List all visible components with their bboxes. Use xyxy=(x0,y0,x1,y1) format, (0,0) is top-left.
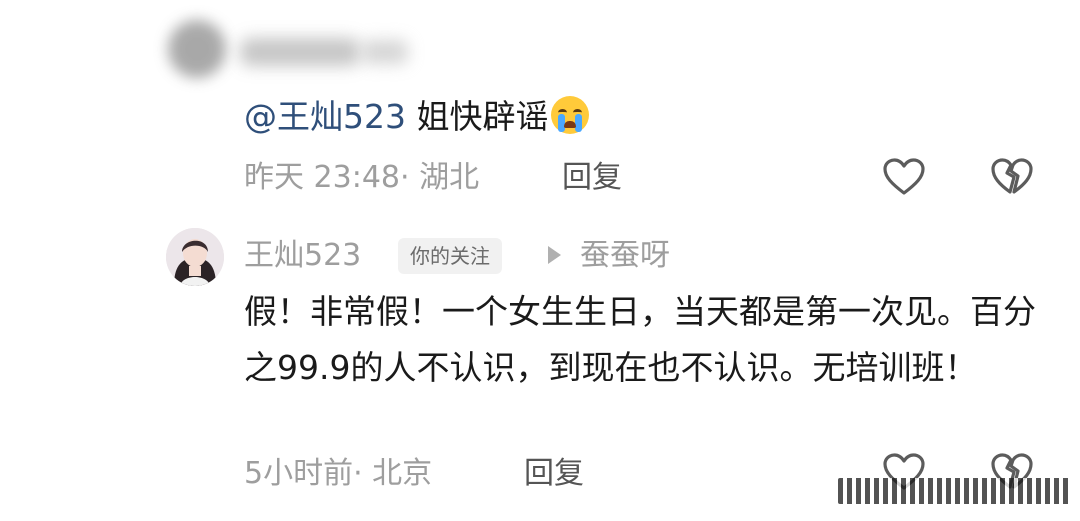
comment-location: · 北京 xyxy=(353,456,433,491)
blurred-username xyxy=(240,38,360,66)
comment-text: @王灿523 姐快辟谣 xyxy=(244,94,589,140)
comment-meta: 5小时前· 北京 xyxy=(244,454,432,494)
mention-link[interactable]: @王灿523 xyxy=(244,97,406,136)
comment-author[interactable]: 王灿523 xyxy=(244,236,361,276)
blurred-username-suffix xyxy=(362,40,408,64)
comment-time: 5小时前 xyxy=(244,456,354,491)
reply-button[interactable]: 回复 xyxy=(524,454,584,494)
comment-meta: 昨天 23:48· 湖北 xyxy=(244,158,479,198)
crying-face-emoji-icon xyxy=(550,96,589,134)
dislike-broken-heart-icon[interactable] xyxy=(990,157,1034,197)
comment-location: · 湖北 xyxy=(400,160,480,195)
blurred-avatar xyxy=(168,20,226,78)
comment-time: 昨天 23:48 xyxy=(244,160,400,195)
reply-arrow-icon xyxy=(548,246,561,264)
reply-to-user[interactable]: 蚕蚕呀 xyxy=(580,236,670,276)
comment-body: 假！非常假！一个女生生日，当天都是第一次见。百分之99.9的人不认识，到现在也不… xyxy=(244,292,1036,387)
reply-button[interactable]: 回复 xyxy=(562,158,622,198)
like-heart-icon[interactable] xyxy=(882,157,926,197)
avatar[interactable] xyxy=(166,228,224,286)
following-badge: 你的关注 xyxy=(398,238,502,274)
comment-body: 姐快辟谣 xyxy=(406,97,549,136)
comment-thread: @王灿523 姐快辟谣 昨天 23:48· 湖北 回复 王灿523 你的关注 蚕… xyxy=(0,0,1080,521)
watermark xyxy=(838,478,1070,504)
